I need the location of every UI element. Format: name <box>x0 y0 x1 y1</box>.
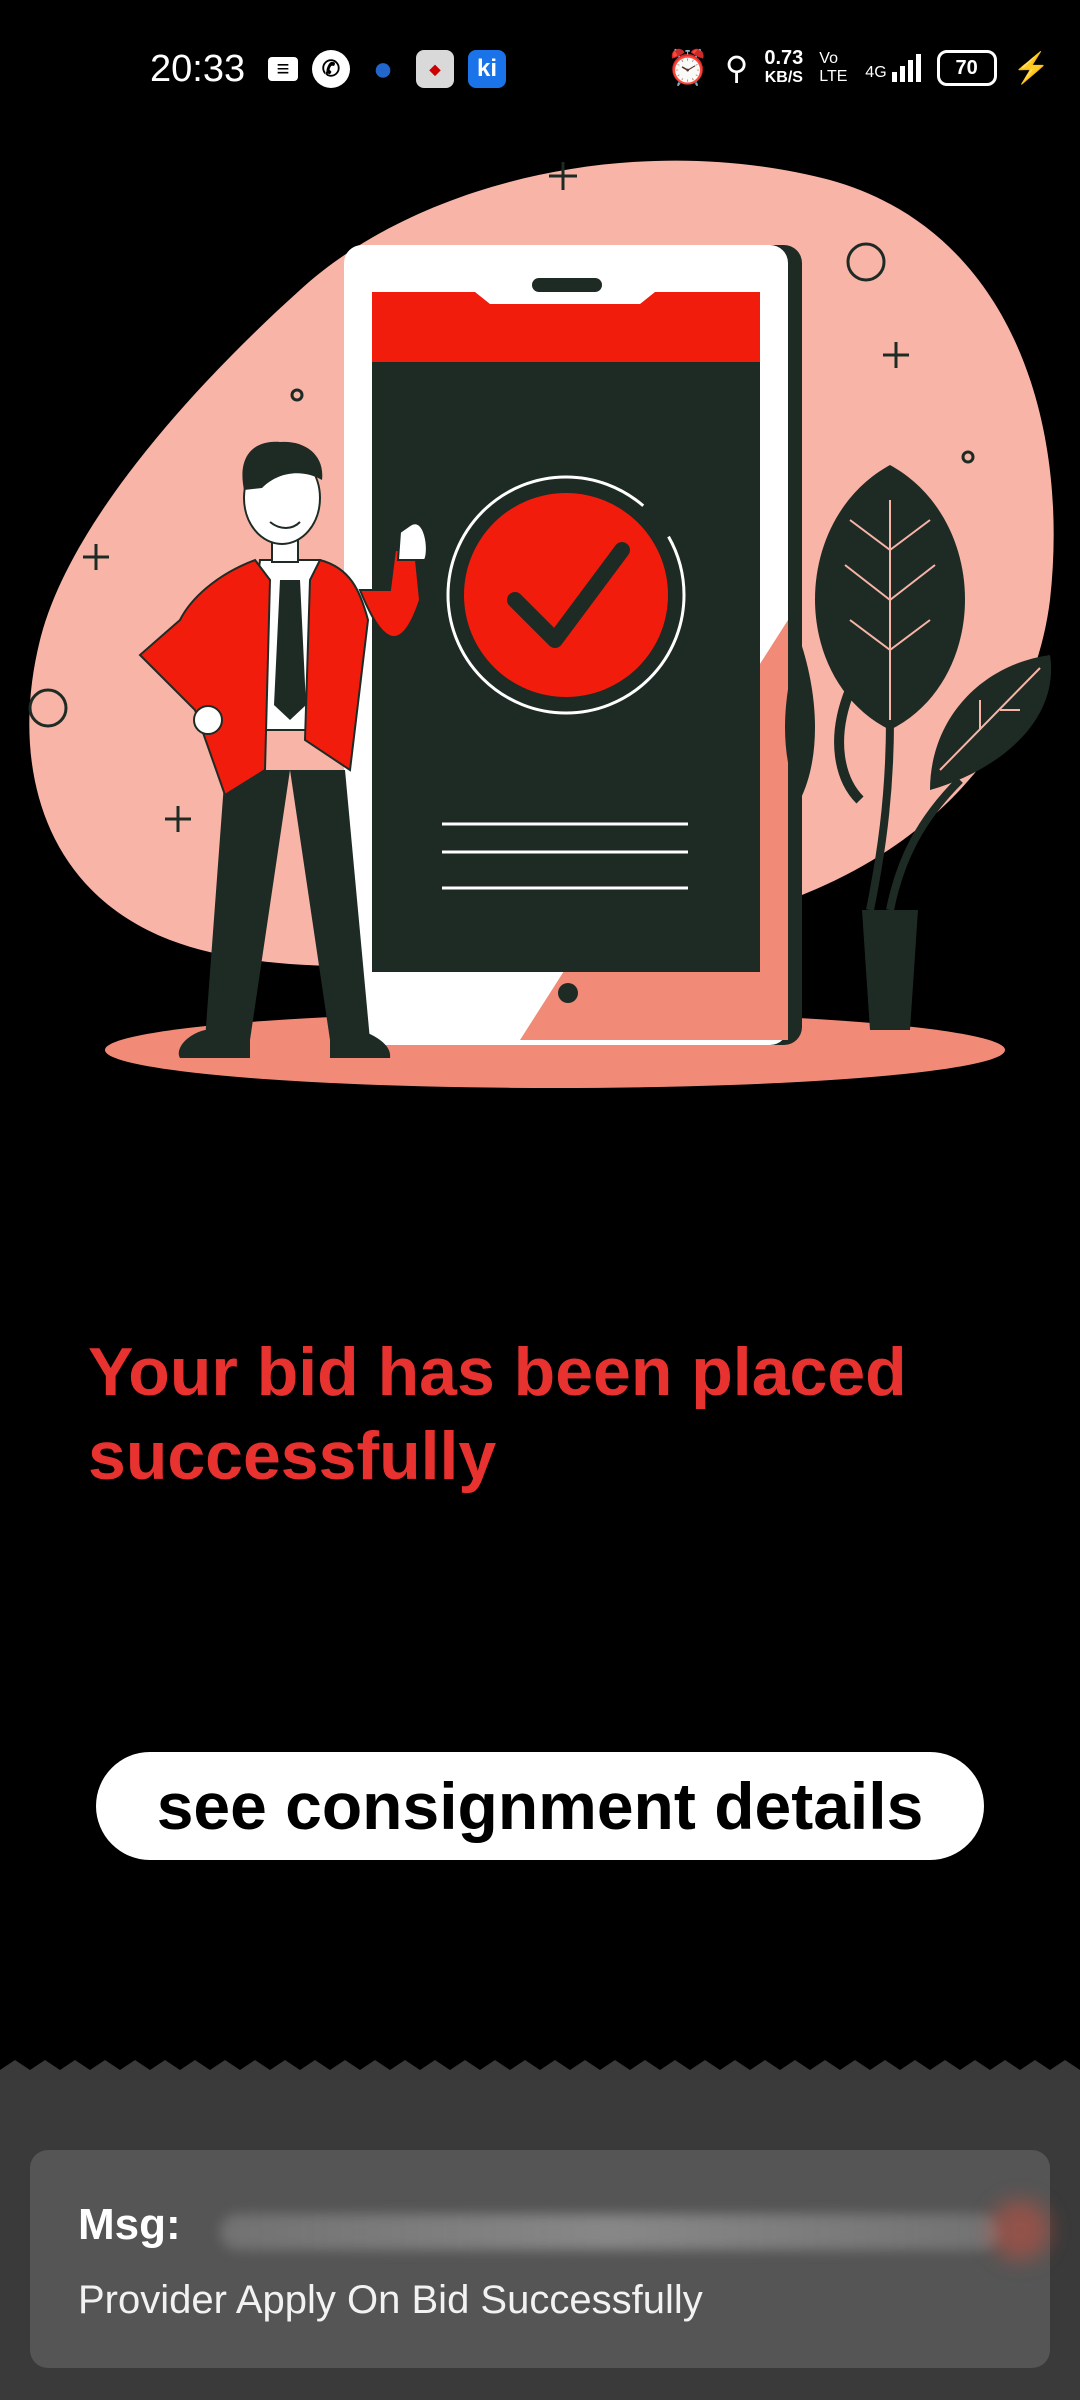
bottom-panel: Msg: Provider Apply On Bid Successfully <box>0 2060 1080 2400</box>
charging-icon: ⚡ <box>1012 51 1050 85</box>
status-time: 20:33 <box>150 48 246 90</box>
ki-app-icon: ki <box>468 50 506 88</box>
zigzag-edge <box>0 2060 1080 2084</box>
battery-icon: 70 <box>936 50 997 86</box>
notification-icons: ≡ ✆ ● ◆ ki <box>268 50 506 88</box>
toast-text: Provider Apply On Bid Successfully <box>78 2278 703 2322</box>
status-bar: 20:33 ≡ ✆ ● ◆ ki ⏰ ⚲ 0.73 KB/S Vo LTE 4G… <box>0 0 1080 140</box>
system-icons: ⏰ ⚲ 0.73 KB/S Vo LTE 4G 70 ⚡ <box>667 48 1050 88</box>
volte-indicator: Vo LTE <box>819 50 848 85</box>
game-app-icon: ◆ <box>416 50 454 88</box>
check-badge <box>464 493 668 697</box>
see-consignment-details-button[interactable]: see consignment details <box>96 1752 984 1860</box>
success-headline: Your bid has been placed successfully <box>88 1334 907 1494</box>
signal-icon: 4G <box>865 54 921 82</box>
blurred-content <box>220 2214 1000 2250</box>
bag-icon: ● <box>372 49 394 88</box>
toast-title: Msg: <box>78 2200 181 2249</box>
success-illustration <box>28 160 1054 1088</box>
plant-pot <box>862 910 918 1030</box>
net-speed: 0.73 KB/S <box>764 47 804 86</box>
toast-message: Msg: Provider Apply On Bid Successfully <box>30 2150 1050 2368</box>
location-icon: ⚲ <box>724 50 749 86</box>
message-icon: ≡ <box>268 56 298 81</box>
alarm-icon: ⏰ <box>666 49 709 87</box>
call-icon: ✆ <box>312 50 350 88</box>
blurred-content <box>990 2200 1050 2260</box>
